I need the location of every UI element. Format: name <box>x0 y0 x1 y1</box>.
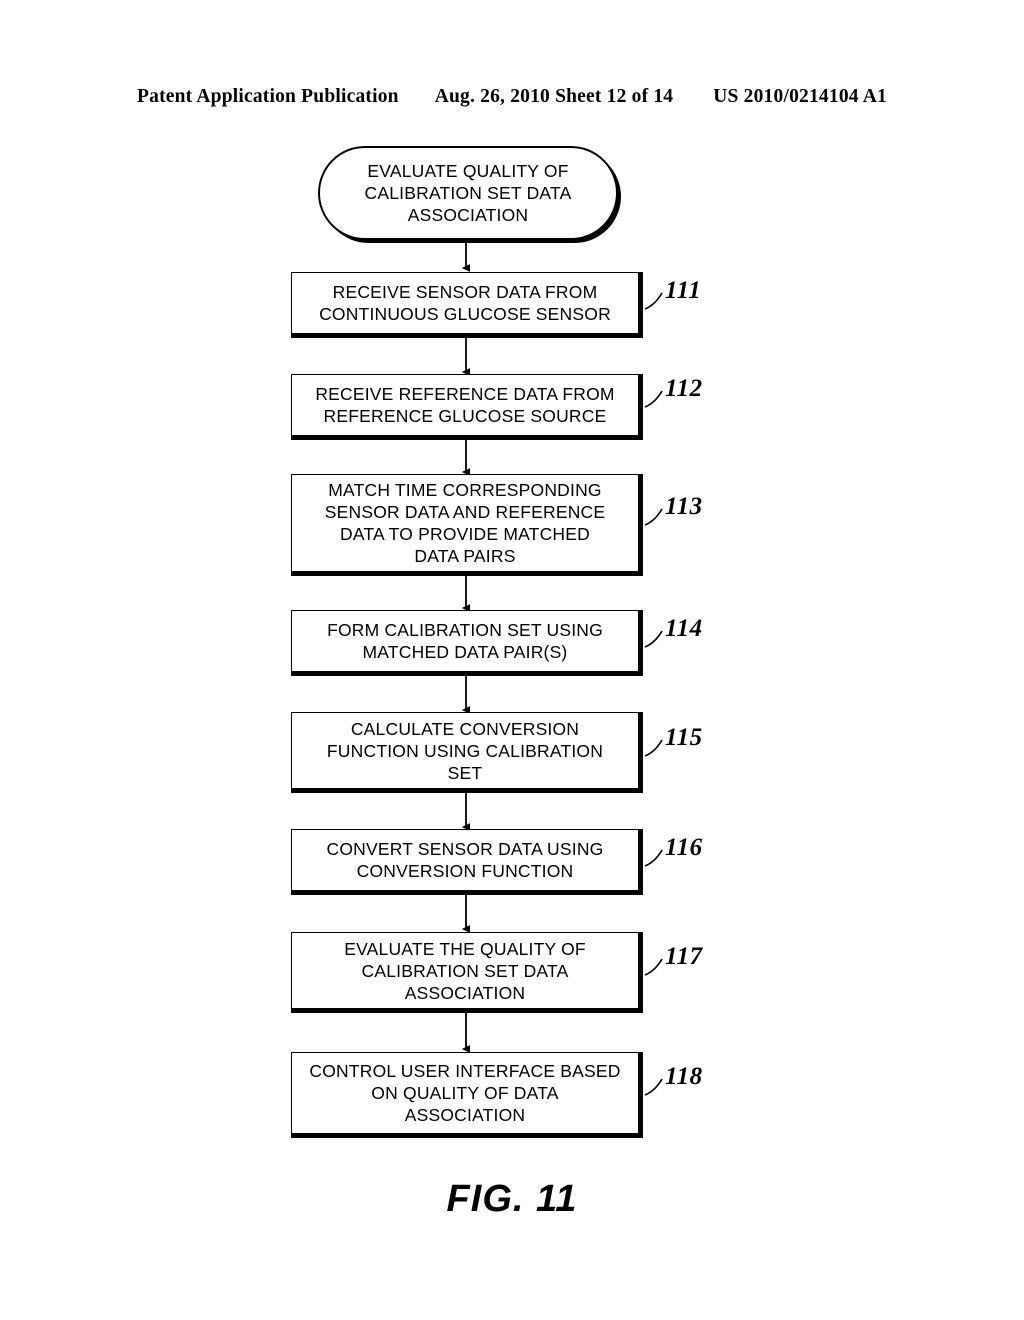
leader-line-115 <box>644 739 663 757</box>
leader-line-116 <box>644 849 663 867</box>
leader-line-112 <box>644 390 663 408</box>
flow-node-112[interactable]: RECEIVE REFERENCE DATA FROM REFERENCE GL… <box>291 374 643 440</box>
flowchart-diagram: EVALUATE QUALITY OF CALIBRATION SET DATA… <box>0 0 1024 1320</box>
leader-line-114 <box>644 630 663 648</box>
flow-node-113-label: MATCH TIME CORRESPONDING SENSOR DATA AND… <box>324 480 606 566</box>
flow-node-117-label: EVALUATE THE QUALITY OF CALIBRATION SET … <box>344 938 586 1003</box>
ref-numeral-113: 113 <box>665 493 703 520</box>
flow-node-118-label: CONTROL USER INTERFACE BASED ON QUALITY … <box>309 1061 621 1125</box>
flow-node-112-label: RECEIVE REFERENCE DATA FROM REFERENCE GL… <box>315 384 615 426</box>
flow-node-116[interactable]: CONVERT SENSOR DATA USING CONVERSION FUN… <box>291 829 643 895</box>
flow-node-start[interactable]: EVALUATE QUALITY OF CALIBRATION SET DATA… <box>318 146 618 240</box>
ref-numeral-117: 117 <box>665 943 703 970</box>
ref-numeral-116: 116 <box>665 834 703 861</box>
ref-numeral-118: 118 <box>665 1063 703 1090</box>
flow-node-115-label: CALCULATE CONVERSION FUNCTION USING CALI… <box>326 718 604 783</box>
flow-node-113[interactable]: MATCH TIME CORRESPONDING SENSOR DATA AND… <box>291 474 643 576</box>
ref-numeral-114: 114 <box>665 615 703 642</box>
flow-node-start-label: EVALUATE QUALITY OF CALIBRATION SET DATA… <box>364 161 572 225</box>
leader-line-111 <box>644 292 663 310</box>
flow-node-111-label: RECEIVE SENSOR DATA FROM CONTINUOUS GLUC… <box>319 282 611 324</box>
ref-numeral-115: 115 <box>665 724 703 751</box>
flow-node-114[interactable]: FORM CALIBRATION SET USING MATCHED DATA … <box>291 610 643 676</box>
leader-line-118 <box>644 1078 663 1096</box>
ref-numeral-112: 112 <box>665 375 703 402</box>
flow-node-111[interactable]: RECEIVE SENSOR DATA FROM CONTINUOUS GLUC… <box>291 272 643 338</box>
figure-caption: FIG. 11 <box>446 1178 578 1220</box>
flow-node-117[interactable]: EVALUATE THE QUALITY OF CALIBRATION SET … <box>291 932 643 1013</box>
ref-numeral-111: 111 <box>665 277 702 304</box>
leader-line-117 <box>644 958 663 976</box>
flow-node-115[interactable]: CALCULATE CONVERSION FUNCTION USING CALI… <box>291 712 643 793</box>
flow-node-118[interactable]: CONTROL USER INTERFACE BASED ON QUALITY … <box>291 1052 643 1138</box>
leader-line-113 <box>644 508 663 526</box>
flow-node-114-label: FORM CALIBRATION SET USING MATCHED DATA … <box>327 620 603 662</box>
flow-node-116-label: CONVERT SENSOR DATA USING CONVERSION FUN… <box>326 839 604 881</box>
